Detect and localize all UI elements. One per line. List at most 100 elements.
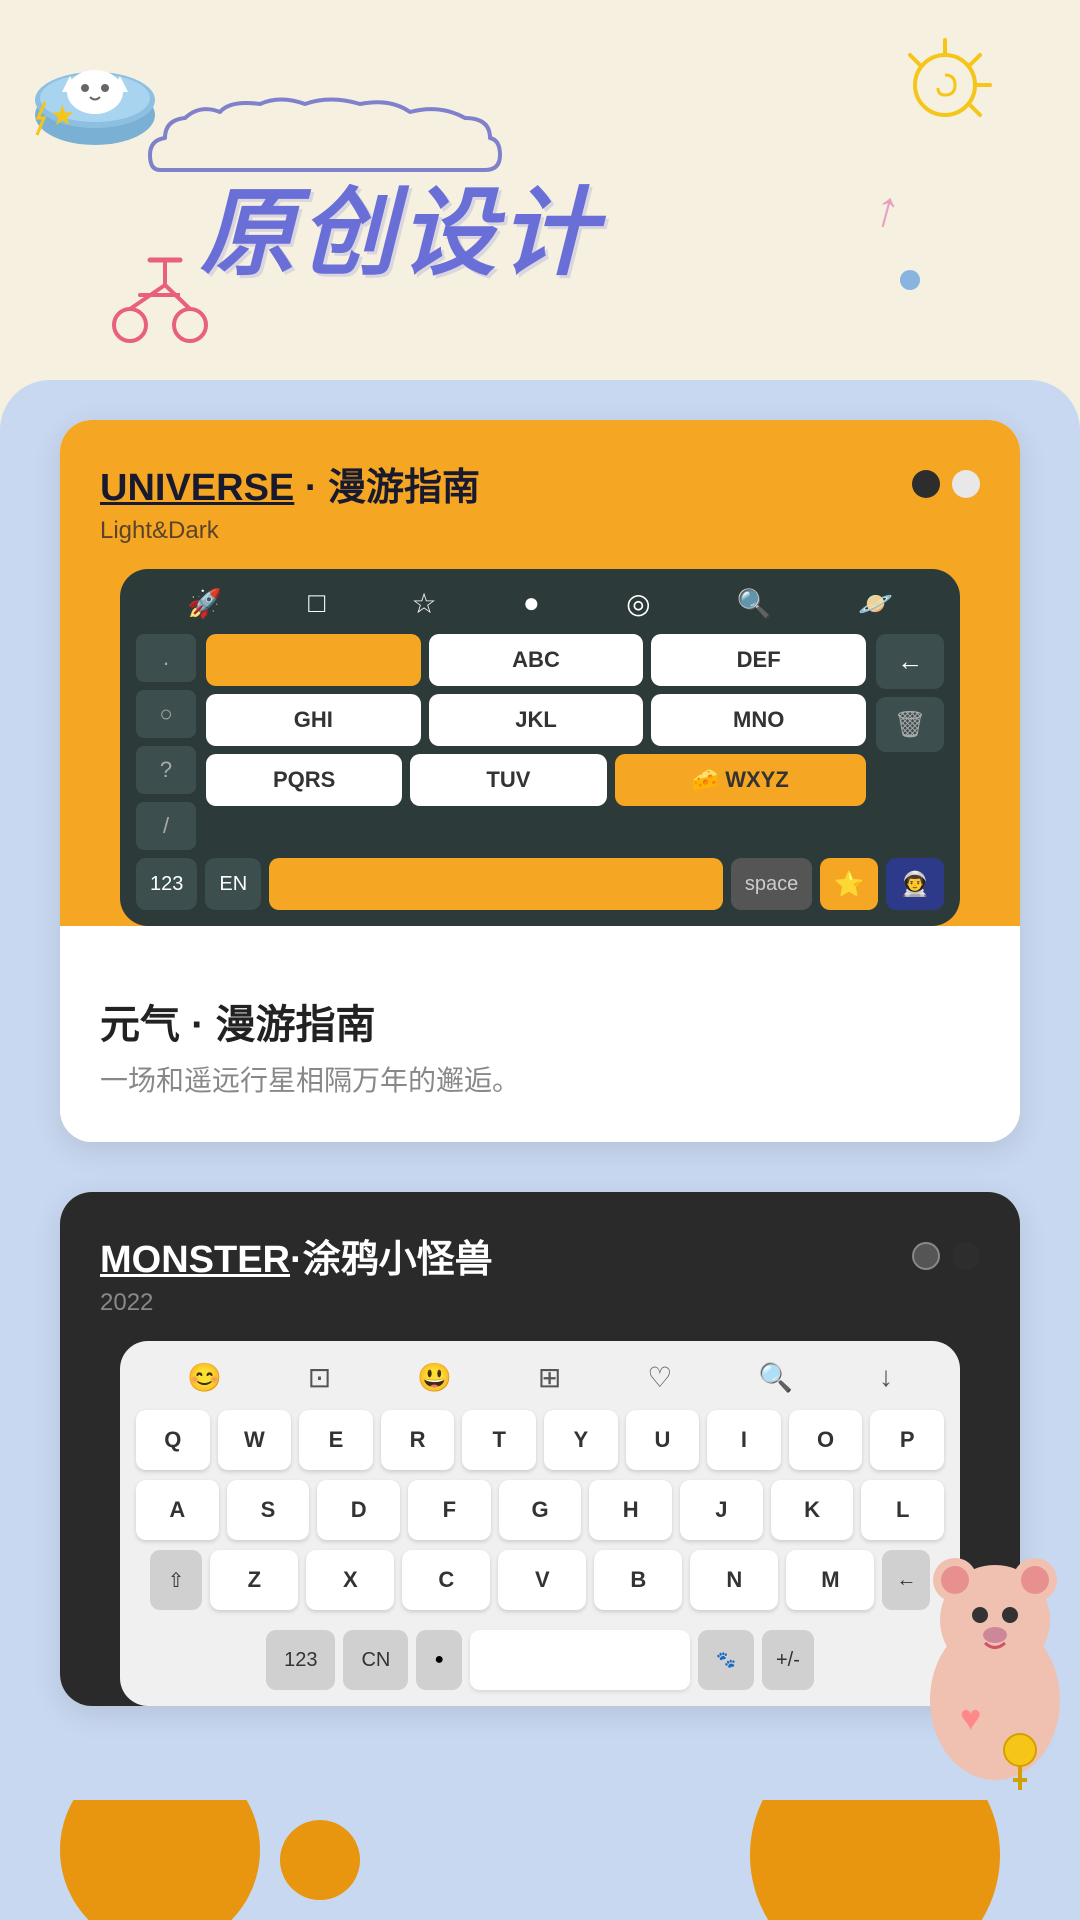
- kb-row-1: ABC DEF: [206, 634, 866, 686]
- kb-punct-slash[interactable]: /: [136, 802, 196, 850]
- monster-theme-dots[interactable]: [912, 1242, 980, 1270]
- svg-text:♥: ♥: [960, 1697, 981, 1738]
- mkb-n[interactable]: N: [690, 1550, 778, 1610]
- kb-punct-dot[interactable]: .: [136, 634, 196, 682]
- kb-num-key[interactable]: 123: [136, 858, 197, 910]
- mkb-icon-face: 😃: [417, 1361, 452, 1394]
- mkb-o[interactable]: O: [789, 1410, 863, 1470]
- kb-icon-star: ☆: [412, 587, 437, 620]
- kb-icon-ring: ◎: [626, 587, 650, 620]
- kb-row-2: GHI JKL MNO: [206, 694, 866, 746]
- monster-title-row: MONSTER·涂鸦小怪兽: [100, 1228, 980, 1283]
- mkb-p[interactable]: P: [870, 1410, 944, 1470]
- mkb-z[interactable]: Z: [210, 1550, 298, 1610]
- kb-spacer: [876, 760, 944, 850]
- kb-key-pqrs[interactable]: PQRS: [206, 754, 402, 806]
- kb-punct-question[interactable]: ?: [136, 746, 196, 794]
- mkb-y[interactable]: Y: [544, 1410, 618, 1470]
- mkb-w[interactable]: W: [218, 1410, 292, 1470]
- mkb-g[interactable]: G: [499, 1480, 582, 1540]
- mkb-j[interactable]: J: [680, 1480, 763, 1540]
- light-theme-dot[interactable]: [952, 470, 980, 498]
- mkb-icon-note: ⊡: [308, 1361, 331, 1394]
- kb-icon-planet: 🪐: [858, 587, 893, 620]
- kb-key-tuv[interactable]: TUV: [410, 754, 606, 806]
- kb-key-def[interactable]: DEF: [651, 634, 866, 686]
- mkb-icon-grid: ⊞: [538, 1361, 561, 1394]
- mkb-cn[interactable]: CN: [343, 1630, 408, 1690]
- mkb-e[interactable]: E: [299, 1410, 373, 1470]
- mkb-r[interactable]: R: [381, 1410, 455, 1470]
- mkb-num[interactable]: 123: [266, 1630, 335, 1690]
- universe-card-title: UNIVERSE · 漫游指南: [100, 456, 480, 511]
- mkb-f[interactable]: F: [408, 1480, 491, 1540]
- keyboard-main-grid: ABC DEF GHI JKL MNO PQRS TUV 🧀 WXYZ: [206, 634, 866, 850]
- kb-space[interactable]: [269, 858, 723, 910]
- monster-card-title: MONSTER·涂鸦小怪兽: [100, 1228, 493, 1283]
- kb-key-wxyz[interactable]: 🧀 WXYZ: [615, 754, 867, 806]
- mkb-k[interactable]: K: [771, 1480, 854, 1540]
- mkb-row-3: ⇧ Z X C V B N M ←: [136, 1550, 944, 1610]
- kb-space-label[interactable]: space: [731, 858, 812, 910]
- kb-key-jkl[interactable]: JKL: [429, 694, 644, 746]
- universe-subtitle: Light&Dark: [100, 517, 980, 545]
- kb-key-abc[interactable]: ABC: [429, 634, 644, 686]
- mkb-icon-down: ↓: [879, 1361, 893, 1394]
- mkb-emoji-btn[interactable]: ●: [416, 1630, 462, 1690]
- mkb-c[interactable]: C: [402, 1550, 490, 1610]
- mkb-sticker[interactable]: 🐾: [698, 1630, 754, 1690]
- mkb-x[interactable]: X: [306, 1550, 394, 1610]
- mkb-i[interactable]: I: [707, 1410, 781, 1470]
- mkb-icon-heart: ♡: [647, 1361, 672, 1394]
- svg-text:★: ★: [50, 100, 75, 131]
- keyboard-top-icons: 🚀 □ ☆ ● ◎ 🔍 🪐: [136, 587, 944, 620]
- dark-theme-dot[interactable]: [912, 470, 940, 498]
- kb-punct-circle[interactable]: ○: [136, 690, 196, 738]
- kb-row-3: PQRS TUV 🧀 WXYZ: [206, 754, 866, 806]
- kb-icon-search: 🔍: [737, 587, 772, 620]
- mkb-t[interactable]: T: [462, 1410, 536, 1470]
- kb-key-blank[interactable]: [206, 634, 421, 686]
- universe-title-row: UNIVERSE · 漫游指南: [100, 456, 980, 511]
- mkb-icon-search: 🔍: [758, 1361, 793, 1394]
- kb-astro-key[interactable]: 👨‍🚀: [886, 858, 944, 910]
- mkb-row-1: Q W E R T Y U I O P: [136, 1410, 944, 1470]
- monster-card: MONSTER·涂鸦小怪兽 2022 😊 ⊡ 😃 ⊞ ♡ 🔍 ↓: [60, 1192, 1020, 1706]
- kb-icon-note: □: [308, 587, 325, 620]
- kb-star-key[interactable]: ⭐: [820, 858, 878, 910]
- mkb-u[interactable]: U: [626, 1410, 700, 1470]
- monster-keyboard-top-icons: 😊 ⊡ 😃 ⊞ ♡ 🔍 ↓: [136, 1361, 944, 1394]
- mkb-q[interactable]: Q: [136, 1410, 210, 1470]
- mkb-row-2: A S D F G H J K L: [136, 1480, 944, 1540]
- kb-backspace[interactable]: ←: [876, 634, 944, 689]
- mkb-space[interactable]: [470, 1630, 690, 1690]
- keyboard-main: . ○ ? / ABC DEF GHI: [136, 634, 944, 850]
- universe-card-info: 元气 · 漫游指南 一场和遥远行星相隔万年的邂逅。: [60, 956, 1020, 1142]
- mkb-icon-emoji: 😊: [187, 1361, 222, 1394]
- monster-header: MONSTER·涂鸦小怪兽 2022 😊 ⊡ 😃 ⊞ ♡ 🔍 ↓: [60, 1192, 1020, 1706]
- mkb-return[interactable]: +/-: [762, 1630, 814, 1690]
- monster-light-dot[interactable]: [912, 1242, 940, 1270]
- monster-keyboard-mockup: 😊 ⊡ 😃 ⊞ ♡ 🔍 ↓ Q W E R T: [120, 1341, 960, 1706]
- kb-delete[interactable]: 🗑: [876, 697, 944, 752]
- kb-en-key[interactable]: EN: [205, 858, 261, 910]
- mkb-shift[interactable]: ⇧: [150, 1550, 203, 1610]
- keyboard-right-col: ← 🗑: [876, 634, 944, 850]
- universe-card-name: 元气 · 漫游指南: [100, 992, 980, 1050]
- mkb-d[interactable]: D: [317, 1480, 400, 1540]
- mkb-m[interactable]: M: [786, 1550, 874, 1610]
- kb-key-ghi[interactable]: GHI: [206, 694, 421, 746]
- theme-dots[interactable]: [912, 470, 980, 498]
- mkb-bottom-row: 123 CN ● 🐾 +/-: [136, 1630, 944, 1690]
- kb-key-mno[interactable]: MNO: [651, 694, 866, 746]
- mkb-v[interactable]: V: [498, 1550, 586, 1610]
- monster-keyboard-rows: Q W E R T Y U I O P A S: [136, 1410, 944, 1690]
- mkb-s[interactable]: S: [227, 1480, 310, 1540]
- kb-icon-circle: ●: [523, 587, 540, 620]
- mkb-h[interactable]: H: [589, 1480, 672, 1540]
- universe-keyboard-mockup: 🚀 □ ☆ ● ◎ 🔍 🪐 . ○ ? /: [120, 569, 960, 926]
- monster-dark-dot[interactable]: [952, 1242, 980, 1270]
- mkb-b[interactable]: B: [594, 1550, 682, 1610]
- monster-subtitle: 2022: [100, 1289, 980, 1317]
- mkb-a[interactable]: A: [136, 1480, 219, 1540]
